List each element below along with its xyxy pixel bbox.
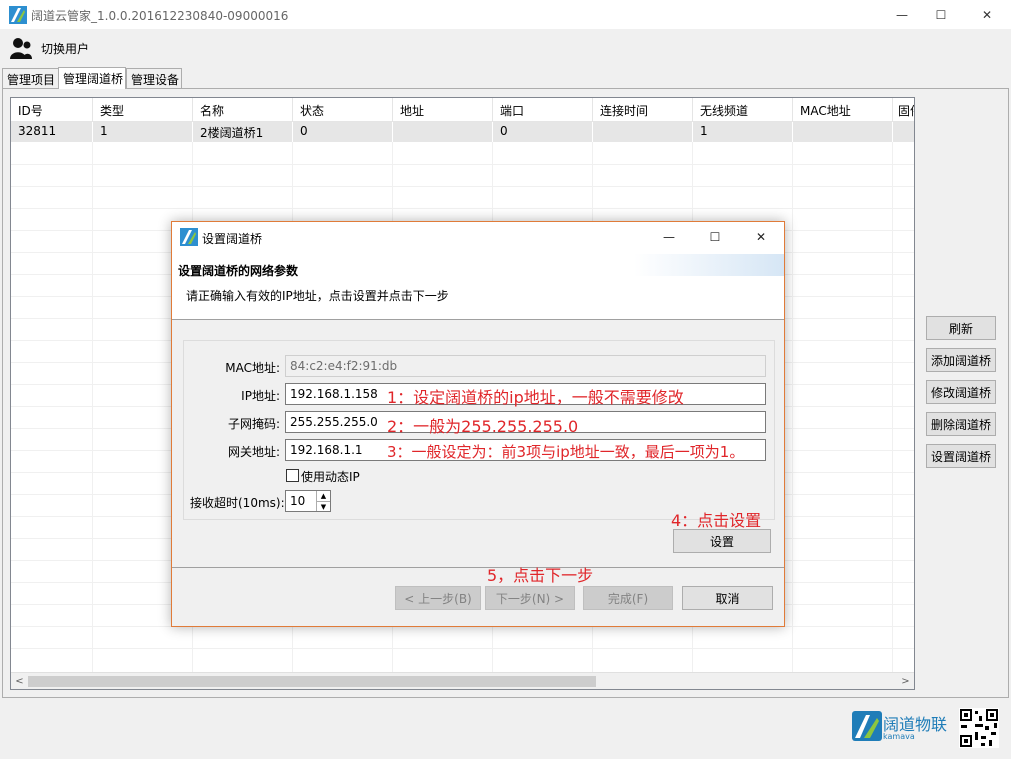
brand-subtitle: kamava bbox=[883, 732, 915, 741]
configure-bridge-button[interactable]: 设置阔道桥 bbox=[926, 444, 996, 468]
title-bar: 阔道云管家_1.0.0.201612230840-09000016 — ☐ ✕ bbox=[0, 0, 1011, 30]
column-header[interactable]: 地址 bbox=[393, 98, 493, 122]
finish-button[interactable]: 完成(F) bbox=[583, 586, 673, 610]
column-header[interactable]: 类型 bbox=[93, 98, 193, 122]
grid-line bbox=[11, 648, 914, 649]
mac-field: 84:c2:e4:f2:91:db bbox=[285, 355, 766, 377]
spin-up-icon[interactable]: ▲ bbox=[316, 491, 330, 501]
table-cell: 1 bbox=[693, 122, 793, 142]
horizontal-scrollbar[interactable]: < > bbox=[11, 672, 914, 689]
edit-bridge-button[interactable]: 修改阔道桥 bbox=[926, 380, 996, 404]
tab-devices[interactable]: 管理设备 bbox=[126, 68, 182, 88]
gateway-value: 192.168.1.1 bbox=[290, 443, 363, 457]
grid-line bbox=[11, 164, 914, 165]
dialog-separator bbox=[172, 567, 784, 568]
annotation-ip: 1：设定阔道桥的ip地址，一般不需要修改 bbox=[387, 388, 684, 407]
column-header[interactable]: 端口 bbox=[493, 98, 593, 122]
mask-value: 255.255.255.0 bbox=[290, 415, 378, 429]
table-cell bbox=[393, 122, 493, 142]
table-cell: 0 bbox=[493, 122, 593, 142]
scrollbar-thumb[interactable] bbox=[28, 676, 596, 687]
table-cell bbox=[593, 122, 693, 142]
qr-code-icon bbox=[959, 708, 999, 748]
set-button[interactable]: 设置 bbox=[673, 529, 771, 553]
switch-user-label[interactable]: 切换用户 bbox=[41, 40, 89, 57]
table-cell: 0 bbox=[293, 122, 393, 142]
ip-value: 192.168.1.158 bbox=[290, 387, 378, 401]
column-header[interactable]: 固件 bbox=[893, 98, 914, 122]
table-cell: 32811 bbox=[11, 122, 93, 142]
timeout-label: 接收超时(10ms): bbox=[190, 496, 285, 510]
brand-logo-icon bbox=[852, 711, 882, 741]
maximize-button[interactable]: ☐ bbox=[918, 0, 964, 30]
grid-line bbox=[92, 142, 93, 672]
delete-bridge-button[interactable]: 删除阔道桥 bbox=[926, 412, 996, 436]
switch-user-icon[interactable] bbox=[9, 36, 33, 60]
dialog-title: 设置阔道桥 bbox=[202, 232, 263, 246]
grid-line bbox=[11, 208, 914, 209]
grid-line bbox=[892, 142, 893, 672]
dialog-title-bar: 设置阔道桥 — ☐ ✕ bbox=[172, 222, 784, 252]
header-decoration bbox=[634, 254, 784, 276]
mac-label: MAC地址: bbox=[225, 361, 280, 375]
table-cell bbox=[893, 122, 914, 142]
configure-bridge-dialog: 设置阔道桥 — ☐ ✕ 设置阔道桥的网络参数 请正确输入有效的IP地址，点击设置… bbox=[171, 221, 785, 627]
cancel-button[interactable]: 取消 bbox=[682, 586, 773, 610]
annotation-next: 5，点击下一步 bbox=[487, 566, 594, 585]
column-header[interactable]: 名称 bbox=[193, 98, 293, 122]
table-cell: 2楼阔道桥1 bbox=[193, 122, 293, 142]
close-button[interactable]: ✕ bbox=[964, 0, 1010, 30]
dialog-close-button[interactable]: ✕ bbox=[738, 222, 784, 252]
tab-bridges[interactable]: 管理阔道桥 bbox=[58, 67, 126, 89]
add-bridge-button[interactable]: 添加阔道桥 bbox=[926, 348, 996, 372]
grid-line bbox=[792, 142, 793, 672]
annotation-gateway: 3：一般设定为：前3项与ip地址一致，最后一项为1。 bbox=[387, 443, 745, 461]
scroll-right-icon[interactable]: > bbox=[897, 674, 914, 689]
subnet-mask-label: 子网掩码: bbox=[227, 417, 280, 431]
dhcp-label[interactable]: 使用动态IP bbox=[301, 468, 360, 485]
column-header[interactable]: ID号 bbox=[11, 98, 93, 122]
spin-down-icon[interactable]: ▼ bbox=[316, 501, 330, 511]
column-header[interactable]: MAC地址 bbox=[793, 98, 893, 122]
toolbar bbox=[0, 30, 1011, 66]
table-header: ID号 类型 名称 状态 地址 端口 连接时间 无线频道 MAC地址 固件 bbox=[11, 98, 914, 122]
table-cell: 1 bbox=[93, 122, 193, 142]
prev-button[interactable]: < 上一步(B) bbox=[395, 586, 481, 610]
column-header[interactable]: 状态 bbox=[293, 98, 393, 122]
gateway-label: 网关地址: bbox=[227, 445, 280, 459]
app-logo-icon bbox=[9, 6, 27, 24]
tab-projects[interactable]: 管理项目 bbox=[2, 68, 59, 88]
grid-line bbox=[11, 186, 914, 187]
dialog-maximize-button[interactable]: ☐ bbox=[692, 222, 738, 252]
table-cell bbox=[793, 122, 893, 142]
dialog-heading: 设置阔道桥的网络参数 bbox=[178, 264, 299, 278]
dhcp-checkbox[interactable] bbox=[286, 469, 299, 482]
annotation-set: 4：点击设置 bbox=[671, 511, 762, 530]
column-header[interactable]: 无线频道 bbox=[693, 98, 793, 122]
window-title: 阔道云管家_1.0.0.201612230840-09000016 bbox=[31, 9, 289, 23]
dialog-minimize-button[interactable]: — bbox=[646, 222, 692, 252]
timeout-value: 10 bbox=[290, 494, 306, 508]
column-header[interactable]: 连接时间 bbox=[593, 98, 693, 122]
ip-label: IP地址: bbox=[241, 389, 280, 403]
annotation-mask: 2：一般为255.255.255.0 bbox=[387, 417, 579, 436]
scroll-left-icon[interactable]: < bbox=[11, 674, 28, 689]
timeout-spinner[interactable]: 10 ▲ ▼ bbox=[285, 490, 331, 512]
next-button[interactable]: 下一步(N) > bbox=[485, 586, 575, 610]
refresh-button[interactable]: 刷新 bbox=[926, 316, 996, 340]
dialog-app-icon bbox=[180, 228, 198, 246]
dialog-header: 设置阔道桥的网络参数 请正确输入有效的IP地址，点击设置并点击下一步 bbox=[172, 252, 784, 320]
dialog-subtitle: 请正确输入有效的IP地址，点击设置并点击下一步 bbox=[186, 289, 449, 303]
